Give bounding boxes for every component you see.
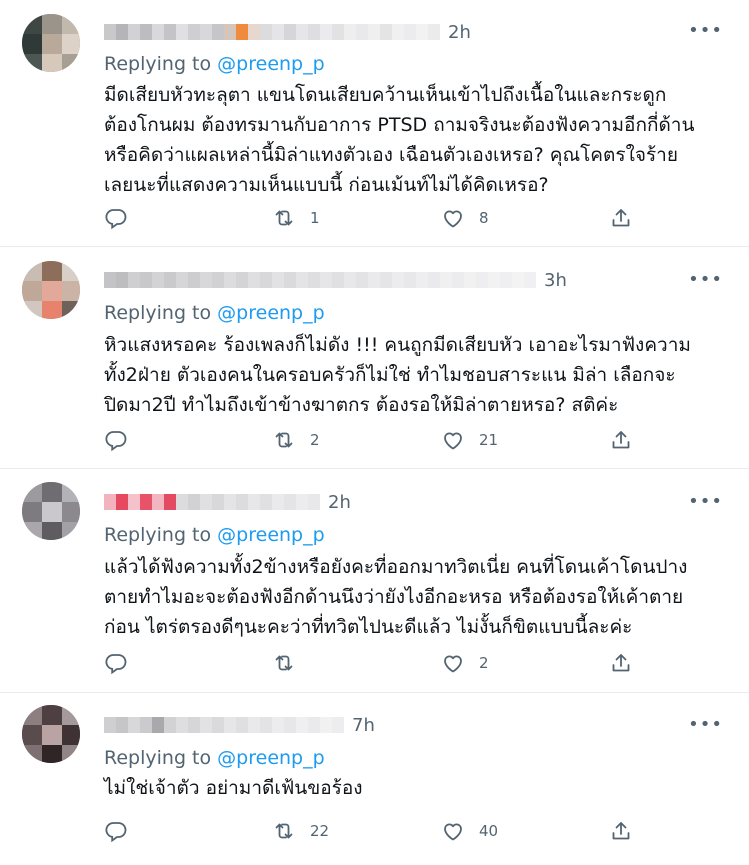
share-icon (612, 209, 630, 227)
like-button[interactable]: 2 (441, 649, 489, 677)
tweet-text-line: ก่อน ไตร่ตรองดีๆนะคะว่าที่ทวิตไปนะดีแล้ว… (104, 616, 633, 638)
heart-icon (444, 432, 462, 450)
tweet-text-line: แล้วได้ฟังความทั้ง2ข้างหรือยังคะที่ออกมา… (104, 556, 688, 578)
reply-button[interactable] (104, 426, 142, 454)
tweet-timestamp[interactable]: 2h (328, 492, 351, 513)
reply-button[interactable] (104, 817, 142, 845)
retweet-count: 22 (310, 822, 330, 840)
heart-icon (444, 210, 462, 228)
replying-to: Replying to @preenp_p (104, 747, 325, 769)
blurred-author-name (104, 494, 320, 510)
share-icon (612, 822, 630, 840)
avatar[interactable] (22, 261, 80, 319)
share-button[interactable] (609, 649, 633, 677)
more-icon[interactable]: ••• (688, 271, 723, 289)
like-count: 21 (479, 431, 499, 449)
replying-to-label: Replying to (104, 53, 212, 75)
tweet-text-line: หิวแสงหรอคะ ร้องเพลงก็ไม่ดัง !!! คนถูกมี… (104, 334, 691, 356)
tweet-text-line: มีดเสียบหัวทะลุตา แขนโดนเสียบคว้านเห็นเข… (104, 84, 667, 106)
replying-to-label: Replying to (104, 747, 212, 769)
like-count: 40 (479, 822, 499, 840)
like-button[interactable]: 40 (441, 817, 498, 845)
tweet-text-line: ตายทำไมอะจะต้องฟังอีกด้านนึงว่ายังไงอีกอ… (104, 586, 684, 608)
like-button[interactable]: 8 (441, 204, 489, 232)
reply-icon (105, 209, 127, 230)
tweet-actions: 1 8 (104, 204, 644, 232)
retweet-icon (275, 210, 293, 226)
tweet-text: แล้วได้ฟังความทั้ง2ข้างหรือยังคะที่ออกมา… (104, 552, 734, 642)
share-button[interactable] (609, 426, 633, 454)
more-icon[interactable]: ••• (688, 716, 723, 734)
share-icon (612, 654, 630, 672)
retweet-icon (275, 823, 293, 839)
replying-to: Replying to @preenp_p (104, 53, 325, 75)
blurred-author-name (104, 24, 440, 40)
replying-to-handle[interactable]: @preenp_p (217, 302, 325, 324)
tweet-actions: 2 (104, 649, 644, 677)
tweet[interactable]: 2h ••• Replying to @preenp_p มีดเสียบหัว… (0, 0, 749, 245)
tweet-header: 3h (104, 268, 567, 292)
replying-to: Replying to @preenp_p (104, 302, 325, 324)
replying-to: Replying to @preenp_p (104, 524, 325, 546)
tweet-header: 2h (104, 20, 471, 44)
heart-icon (444, 655, 462, 673)
retweet-icon (275, 655, 293, 671)
more-icon[interactable]: ••• (688, 493, 723, 511)
tweet-text: มีดเสียบหัวทะลุตา แขนโดนเสียบคว้านเห็นเข… (104, 80, 734, 200)
retweet-button[interactable] (272, 649, 310, 677)
share-button[interactable] (609, 817, 633, 845)
tweet-text-line: ปิดมา2ปี ทำไมถึงเข้าข้างฆาตกร ต้องรอให้ม… (104, 394, 619, 416)
more-icon[interactable]: ••• (688, 22, 723, 40)
replying-to-label: Replying to (104, 302, 212, 324)
reply-icon (105, 431, 127, 452)
tweet-text-line: ต้องโกนผม ต้องทรมานกับอาการ PTSD ถามจริง… (104, 114, 695, 136)
replying-to-handle[interactable]: @preenp_p (217, 53, 325, 75)
tweet-timestamp[interactable]: 3h (544, 270, 567, 291)
replying-to-handle[interactable]: @preenp_p (217, 747, 325, 769)
like-count: 8 (479, 209, 489, 227)
reply-button[interactable] (104, 649, 142, 677)
tweet-text-line: เลยนะที่แสดงความเห็นแบบนี้ ก่อนเม้นท์ไม่… (104, 174, 549, 196)
tweet-text-line: ไม่ใช่เจ้าตัว อย่ามาดีเฟ้นขอร้อง (104, 777, 363, 799)
tweet[interactable]: 7h ••• Replying to @preenp_p ไม่ใช่เจ้าต… (0, 693, 749, 865)
blurred-author-name (104, 272, 536, 288)
tweet-actions: 22 40 (104, 817, 644, 845)
blurred-author-name (104, 717, 344, 733)
retweet-button[interactable]: 1 (272, 204, 320, 232)
tweet[interactable]: 3h ••• Replying to @preenp_p หิวแสงหรอคะ… (0, 247, 749, 467)
retweet-count: 1 (310, 209, 320, 227)
retweet-button[interactable]: 22 (272, 817, 329, 845)
tweet-text-line: ทั้ง2ฝ่าย ตัวเองคนในครอบครัวก็ไม่ใช่ ทำไ… (104, 364, 676, 386)
tweet-header: 2h (104, 490, 351, 514)
avatar[interactable] (22, 14, 80, 72)
retweet-icon (275, 432, 293, 448)
tweet-text: หิวแสงหรอคะ ร้องเพลงก็ไม่ดัง !!! คนถูกมี… (104, 330, 734, 420)
tweet-timestamp[interactable]: 2h (448, 22, 471, 43)
share-icon (612, 431, 630, 449)
avatar[interactable] (22, 705, 80, 763)
replying-to-label: Replying to (104, 524, 212, 546)
share-button[interactable] (609, 204, 633, 232)
retweet-count: 2 (310, 431, 320, 449)
retweet-button[interactable]: 2 (272, 426, 320, 454)
tweet-header: 7h (104, 713, 375, 737)
avatar[interactable] (22, 482, 80, 540)
heart-icon (444, 823, 462, 841)
reply-button[interactable] (104, 204, 142, 232)
reply-icon (105, 822, 127, 843)
tweet[interactable]: 2h ••• Replying to @preenp_p แล้วได้ฟังค… (0, 469, 749, 691)
replying-to-handle[interactable]: @preenp_p (217, 524, 325, 546)
tweet-actions: 2 21 (104, 426, 644, 454)
tweet-text: ไม่ใช่เจ้าตัว อย่ามาดีเฟ้นขอร้อง (104, 773, 734, 803)
like-count: 2 (479, 654, 489, 672)
like-button[interactable]: 21 (441, 426, 498, 454)
tweet-text-line: หรือคิดว่าแผลเหล่านี้มิล่าแทงตัวเอง เฉือ… (104, 144, 678, 166)
reply-icon (105, 654, 127, 675)
tweet-timestamp[interactable]: 7h (352, 715, 375, 736)
